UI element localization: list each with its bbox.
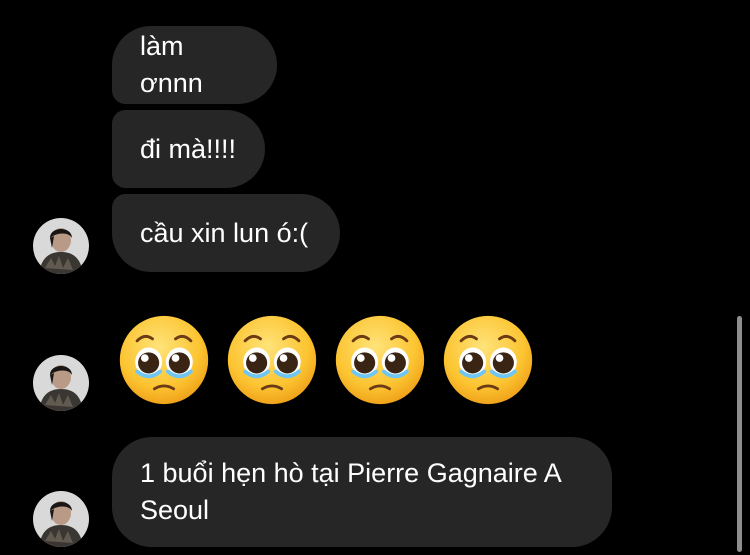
message-text: làm ơnnn [140, 31, 203, 98]
message-text: cầu xin lun ó:( [140, 217, 309, 248]
message-text: đi mà!!!! [140, 133, 237, 164]
sender-avatar[interactable] [33, 355, 89, 411]
message-text: 1 buổi hẹn hò tại Pierre Gagnaire A Seou… [140, 458, 561, 525]
avatar-photo-icon [33, 491, 89, 547]
emoji-message[interactable] [116, 312, 548, 408]
message-bubble[interactable]: đi mà!!!! [112, 110, 265, 188]
pleading-face-icon [119, 315, 209, 405]
sender-avatar[interactable] [33, 218, 89, 274]
message-bubble[interactable]: 1 buổi hẹn hò tại Pierre Gagnaire A Seou… [112, 437, 612, 547]
pleading-face-icon [443, 315, 533, 405]
avatar-photo-icon [33, 218, 89, 274]
message-bubble[interactable]: làm ơnnn [112, 26, 277, 104]
pleading-face-icon [335, 315, 425, 405]
avatar-photo-icon [33, 355, 89, 411]
sender-avatar[interactable] [33, 491, 89, 547]
message-bubble[interactable]: cầu xin lun ó:( [112, 194, 340, 272]
pleading-face-icon [227, 315, 317, 405]
scrollbar[interactable] [737, 316, 742, 552]
